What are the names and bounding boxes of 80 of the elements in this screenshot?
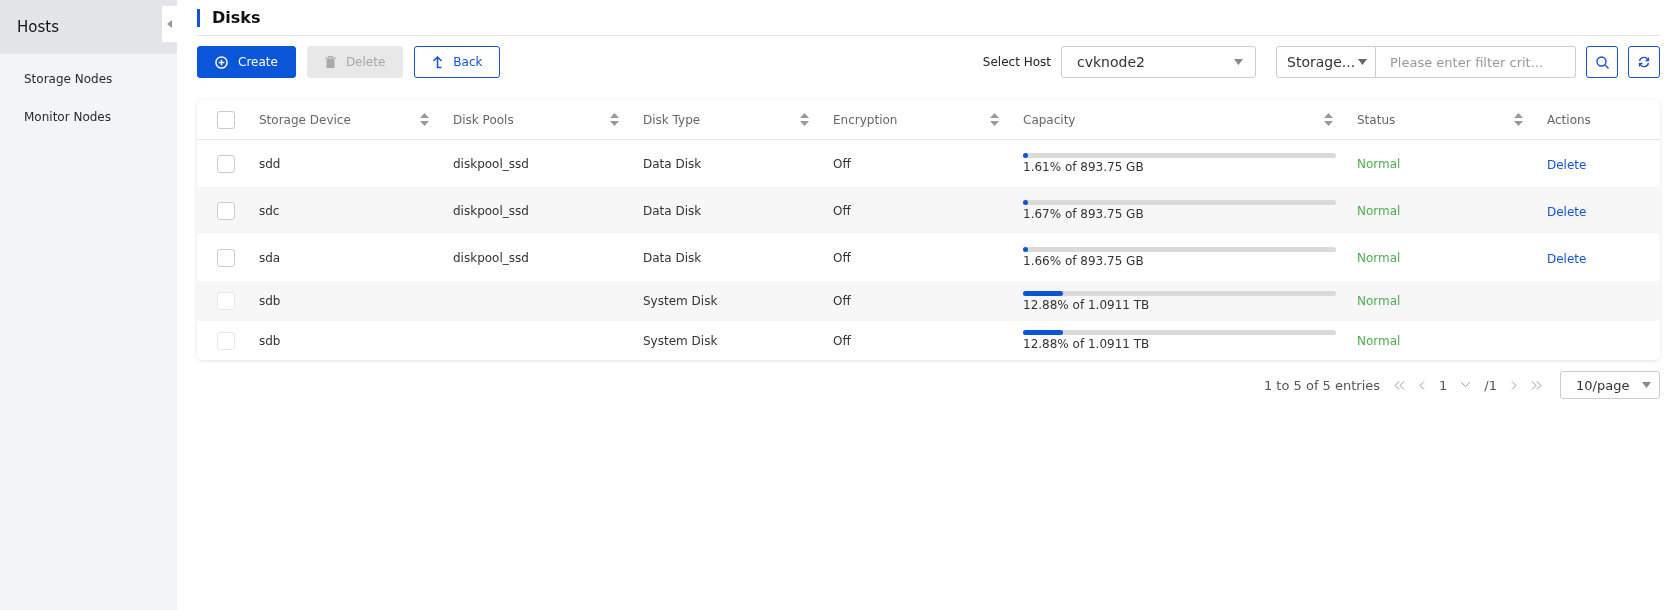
capacity-text: 12.88% of 1.0911 TB [1023,337,1151,351]
status-text: Normal [1357,333,1402,348]
table-cell-text: sdd [259,156,282,171]
sort-icon[interactable] [420,113,429,126]
capacity-text: 1.61% of 893.75 GB [1023,160,1145,174]
row-checkbox[interactable] [217,201,235,220]
dropdown-caret-icon [1358,59,1367,65]
table-cell-text: diskpool_ssd [453,250,530,265]
host-label: Select Host [982,55,1051,69]
capacity-text: 1.66% of 893.75 GB [1023,254,1145,268]
plus-circle-icon [215,55,228,69]
search-icon [1595,55,1609,69]
search-button[interactable] [1586,46,1618,78]
sidebar-item[interactable]: Monitor Nodes [0,98,177,136]
sort-icon[interactable] [1324,113,1333,126]
column-header: Encryption [833,112,898,127]
table-cell-text: sdb [259,333,282,348]
up-arrow-icon [432,55,444,69]
row-checkbox[interactable] [217,154,235,173]
status-text: Normal [1357,156,1402,171]
row-checkbox[interactable] [217,248,235,267]
table-cell-text: System Disk [643,294,719,308]
table-cell-text: diskpool_ssd [453,156,530,171]
refresh-icon [1638,56,1650,68]
column-header: Storage Device [259,112,351,127]
sort-icon[interactable] [800,113,809,126]
delete-link[interactable]: Delete [1547,252,1587,266]
column-header: Capacity [1023,112,1076,127]
column-header: Disk Pools [453,112,514,127]
table-cell-text: Off [833,156,852,171]
table-cell-text: Off [833,294,852,308]
sort-icon[interactable] [990,113,999,126]
host-select[interactable]: cvknode2 [1061,46,1256,78]
table-cell-text: sdb [259,294,282,308]
table-cell-text: Off [833,333,852,348]
chevron-down-icon[interactable] [1461,382,1471,388]
collapse-arrow-icon [167,20,172,28]
total-pages: /1 [1484,377,1497,393]
table-cell-text: diskpool_ssd [453,203,530,218]
delete-link[interactable]: Delete [1547,205,1587,219]
sidebar-item[interactable]: Hosts [0,0,177,54]
delete-link[interactable]: Delete [1547,158,1587,172]
table-cell-text: System Disk [643,333,719,348]
next-page-icon[interactable] [1511,380,1517,390]
column-header: Disk Type [643,112,701,127]
title-accent [197,8,200,27]
table-cell-text: Data Disk [643,250,703,265]
filter-field-select[interactable]: Storage... [1276,46,1376,78]
status-text: Normal [1357,294,1402,308]
table-cell-text: sda [259,250,282,265]
page-size-select[interactable]: 10/page [1560,371,1660,399]
refresh-button[interactable] [1628,46,1660,78]
table-cell-text: Data Disk [643,203,703,218]
collapse-toggle[interactable] [162,6,177,42]
sidebar-item[interactable]: Storage Nodes [0,60,177,98]
create-button[interactable]: Create [197,46,296,78]
column-header: Actions [1547,112,1591,127]
dropdown-caret-icon [1642,382,1651,388]
current-page[interactable]: 1 [1439,377,1448,393]
first-page-icon[interactable] [1394,380,1406,390]
entries-summary: 1 to 5 of 5 entries [1263,377,1381,393]
status-text: Normal [1357,203,1402,218]
table-cell-text: sdc [259,203,281,218]
last-page-icon[interactable] [1531,380,1542,390]
sort-icon[interactable] [610,113,619,126]
select-all-checkbox[interactable] [217,110,235,129]
page-title: Disks [212,8,261,27]
table-cell-text: Data Disk [643,156,703,171]
filter-input[interactable]: Please enter filter crit... [1376,46,1576,78]
capacity-text: 12.88% of 1.0911 TB [1023,297,1151,312]
table-cell-text: Off [833,250,852,265]
table-cell-text: Off [833,203,852,218]
back-button[interactable]: Back [414,46,501,78]
sort-icon[interactable] [1514,113,1523,126]
column-header: Status [1357,112,1396,127]
previous-page-icon[interactable] [1419,380,1426,390]
status-text: Normal [1357,250,1402,265]
trash-icon [324,56,336,68]
dropdown-caret-icon [1234,59,1243,65]
capacity-text: 1.67% of 893.75 GB [1023,207,1145,221]
